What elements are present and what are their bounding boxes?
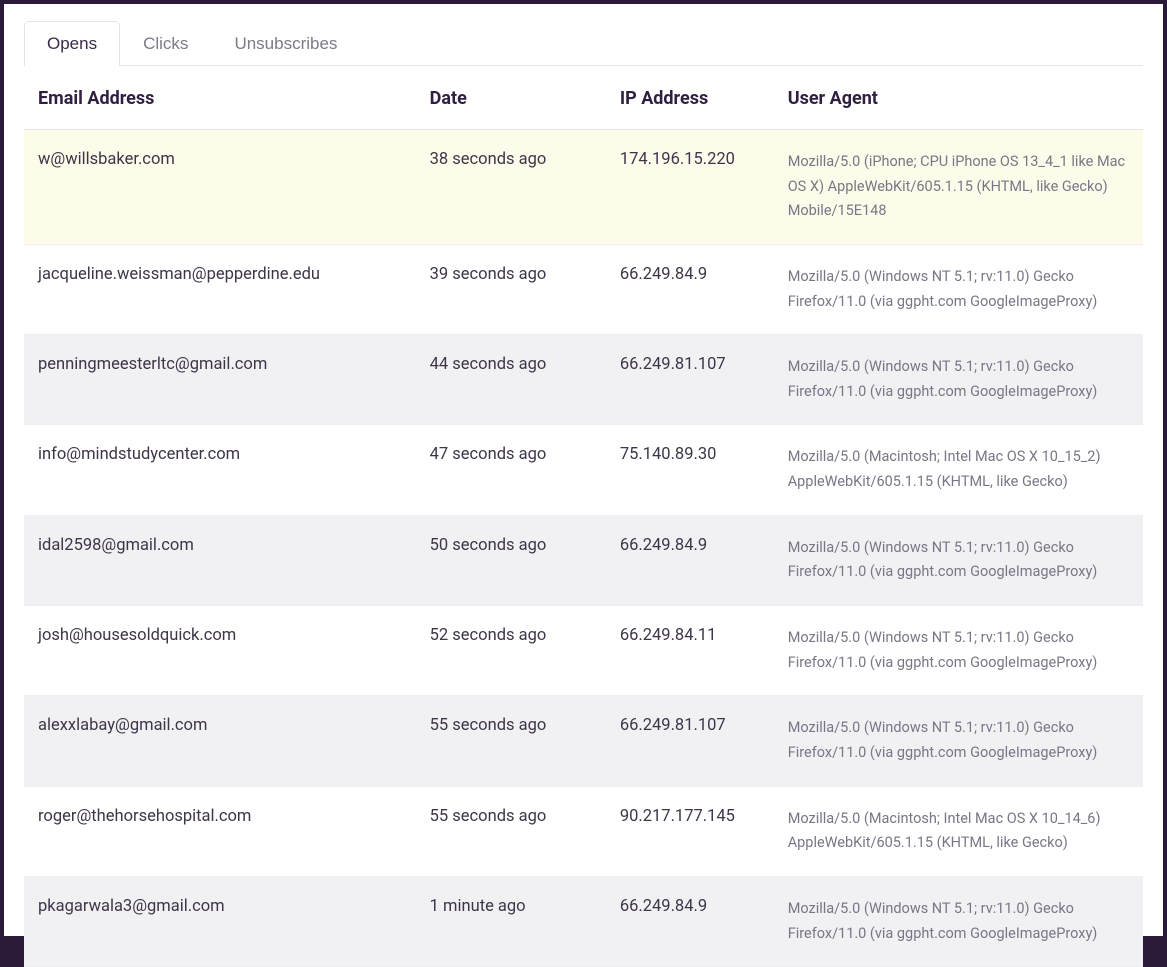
table-row: w@willsbaker.com38 seconds ago174.196.15… — [24, 130, 1143, 245]
table-row: penningmeesterltc@gmail.com44 seconds ag… — [24, 335, 1143, 425]
cell-date: 44 seconds ago — [416, 335, 606, 425]
cell-date: 50 seconds ago — [416, 515, 606, 605]
cell-user-agent: Mozilla/5.0 (Windows NT 5.1; rv:11.0) Ge… — [774, 335, 1143, 425]
cell-ip: 66.249.84.11 — [606, 606, 774, 696]
cell-email: pkagarwala3@gmail.com — [24, 876, 416, 966]
table-row: info@mindstudycenter.com47 seconds ago75… — [24, 425, 1143, 515]
table-row: josh@housesoldquick.com52 seconds ago66.… — [24, 606, 1143, 696]
table-header-row: Email Address Date IP Address User Agent — [24, 66, 1143, 130]
col-header-email: Email Address — [24, 66, 416, 130]
tab-unsubscribes[interactable]: Unsubscribes — [211, 21, 360, 66]
table-row: jacqueline.weissman@pepperdine.edu39 sec… — [24, 244, 1143, 334]
cell-ip: 66.249.84.9 — [606, 515, 774, 605]
cell-user-agent: Mozilla/5.0 (Windows NT 5.1; rv:11.0) Ge… — [774, 244, 1143, 334]
cell-date: 52 seconds ago — [416, 606, 606, 696]
cell-email: alexxlabay@gmail.com — [24, 696, 416, 786]
opens-table: Email Address Date IP Address User Agent… — [24, 66, 1143, 967]
col-header-date: Date — [416, 66, 606, 130]
cell-ip: 66.249.81.107 — [606, 335, 774, 425]
cell-user-agent: Mozilla/5.0 (Windows NT 5.1; rv:11.0) Ge… — [774, 606, 1143, 696]
cell-email: w@willsbaker.com — [24, 130, 416, 245]
table-row: pkagarwala3@gmail.com1 minute ago66.249.… — [24, 876, 1143, 966]
cell-date: 47 seconds ago — [416, 425, 606, 515]
cell-user-agent: Mozilla/5.0 (Windows NT 5.1; rv:11.0) Ge… — [774, 696, 1143, 786]
cell-user-agent: Mozilla/5.0 (Macintosh; Intel Mac OS X 1… — [774, 425, 1143, 515]
cell-date: 55 seconds ago — [416, 786, 606, 876]
cell-email: jacqueline.weissman@pepperdine.edu — [24, 244, 416, 334]
cell-email: info@mindstudycenter.com — [24, 425, 416, 515]
cell-user-agent: Mozilla/5.0 (Windows NT 5.1; rv:11.0) Ge… — [774, 515, 1143, 605]
cell-email: roger@thehorsehospital.com — [24, 786, 416, 876]
cell-date: 38 seconds ago — [416, 130, 606, 245]
cell-user-agent: Mozilla/5.0 (Macintosh; Intel Mac OS X 1… — [774, 786, 1143, 876]
cell-ip: 66.249.81.107 — [606, 696, 774, 786]
tab-bar: Opens Clicks Unsubscribes — [24, 20, 1143, 66]
cell-ip: 66.249.84.9 — [606, 244, 774, 334]
cell-ip: 174.196.15.220 — [606, 130, 774, 245]
cell-date: 39 seconds ago — [416, 244, 606, 334]
cell-date: 55 seconds ago — [416, 696, 606, 786]
table-row: idal2598@gmail.com50 seconds ago66.249.8… — [24, 515, 1143, 605]
cell-email: penningmeesterltc@gmail.com — [24, 335, 416, 425]
main-frame: Opens Clicks Unsubscribes Email Address … — [4, 4, 1163, 936]
cell-user-agent: Mozilla/5.0 (iPhone; CPU iPhone OS 13_4_… — [774, 130, 1143, 245]
cell-ip: 90.217.177.145 — [606, 786, 774, 876]
col-header-ip: IP Address — [606, 66, 774, 130]
cell-ip: 75.140.89.30 — [606, 425, 774, 515]
cell-email: idal2598@gmail.com — [24, 515, 416, 605]
col-header-ua: User Agent — [774, 66, 1143, 130]
tab-opens[interactable]: Opens — [24, 21, 120, 66]
tab-clicks[interactable]: Clicks — [120, 21, 211, 66]
cell-ip: 66.249.84.9 — [606, 876, 774, 966]
table-row: roger@thehorsehospital.com55 seconds ago… — [24, 786, 1143, 876]
cell-date: 1 minute ago — [416, 876, 606, 966]
cell-user-agent: Mozilla/5.0 (Windows NT 5.1; rv:11.0) Ge… — [774, 876, 1143, 966]
cell-email: josh@housesoldquick.com — [24, 606, 416, 696]
table-row: alexxlabay@gmail.com55 seconds ago66.249… — [24, 696, 1143, 786]
